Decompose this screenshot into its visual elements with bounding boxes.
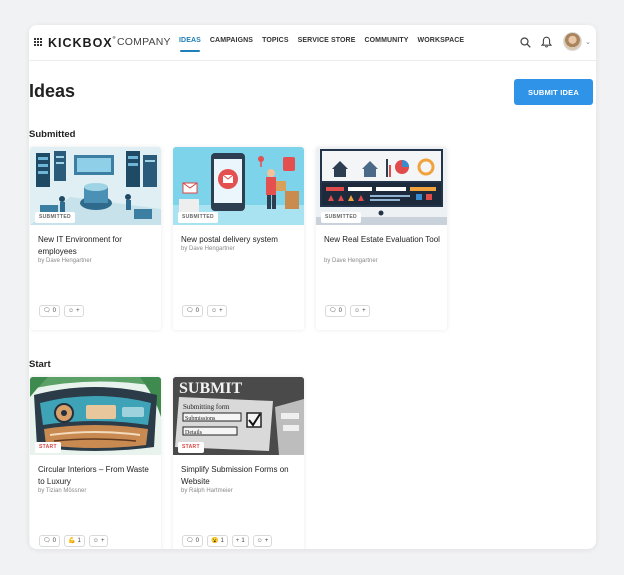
smiley-icon: ☺ xyxy=(92,538,99,544)
comments-button[interactable]: 🗨 0 xyxy=(325,305,346,317)
comment-icon: 🗨 xyxy=(43,538,51,544)
plus-icon: + xyxy=(235,538,240,544)
add-reaction-button[interactable]: ☺ + xyxy=(349,305,370,317)
card-title[interactable]: New postal delivery system xyxy=(181,234,299,246)
card-title[interactable]: New IT Environment for employees xyxy=(38,234,156,257)
brand-logo[interactable]: KICKBOX® xyxy=(48,35,116,50)
card-author: by Ralph Hartmeier xyxy=(181,488,233,494)
comment-icon: 🗨 xyxy=(329,308,337,314)
add-reaction-button[interactable]: ☺ + xyxy=(252,535,273,547)
bell-icon[interactable] xyxy=(541,36,552,48)
main-nav: IDEAS CAMPAIGNS TOPICS SERVICE STORE COM… xyxy=(179,37,473,52)
idea-card[interactable]: SUBMITTED New Real Estate Evaluation Too… xyxy=(316,147,447,330)
card-author: by Dave Hengartner xyxy=(324,258,378,264)
card-title[interactable]: Simplify Submission Forms on Website xyxy=(181,464,299,487)
image-form-line-2: Submissions xyxy=(185,416,216,422)
surprised-face-icon: 😮 xyxy=(210,538,219,544)
avatar[interactable] xyxy=(563,32,582,51)
app-window: KICKBOX® COMPANY IDEAS CAMPAIGNS TOPICS … xyxy=(29,25,596,549)
plus-one-reaction[interactable]: +1 xyxy=(231,535,249,547)
card-author: by Dave Hengartner xyxy=(181,246,235,252)
smiley-icon: ☺ xyxy=(210,308,218,314)
search-icon[interactable] xyxy=(520,37,531,48)
card-author: by Tizian Mössner xyxy=(38,488,87,494)
nav-community[interactable]: COMMUNITY xyxy=(364,37,408,51)
smiley-icon: ☺ xyxy=(353,308,361,314)
comments-button[interactable]: 🗨 0 xyxy=(182,305,203,317)
reaction-bar: 🗨 0 😮 1 +1 ☺ + xyxy=(182,535,276,547)
add-reaction-button[interactable]: ☺ + xyxy=(88,535,109,547)
image-form-line-1: Submitting form xyxy=(183,403,230,411)
idea-card[interactable]: SUBMITTED New IT Environment for employe… xyxy=(30,147,161,330)
status-badge: SUBMITTED xyxy=(178,212,218,223)
company-name: COMPANY xyxy=(117,36,171,48)
card-title[interactable]: New Real Estate Evaluation Tool xyxy=(324,234,442,246)
smiley-icon: ☺ xyxy=(67,308,75,314)
comment-icon: 🗨 xyxy=(186,308,194,314)
card-title[interactable]: Circular Interiors – From Waste to Luxur… xyxy=(38,464,156,487)
add-reaction-button[interactable]: ☺ + xyxy=(63,305,84,317)
page-title: Ideas xyxy=(29,81,76,101)
wow-reaction[interactable]: 😮 1 xyxy=(206,535,228,547)
flexed-biceps-reaction[interactable]: 💪 1 xyxy=(63,535,85,547)
image-banner-text: SUBMIT xyxy=(179,380,242,397)
status-badge: SUBMITTED xyxy=(35,212,75,223)
submit-idea-button[interactable]: SUBMIT IDEA xyxy=(514,79,593,105)
smiley-icon: ☺ xyxy=(256,538,263,544)
section-title-start: Start xyxy=(29,359,51,370)
comment-icon: 🗨 xyxy=(186,538,194,544)
status-badge: START xyxy=(35,442,61,453)
status-badge: START xyxy=(178,442,204,453)
comment-icon: 🗨 xyxy=(43,308,51,314)
idea-card[interactable]: SUBMITTED New postal delivery system by … xyxy=(173,147,304,330)
reaction-bar: 🗨 0 ☺ + xyxy=(182,305,231,317)
section-title-submitted: Submitted xyxy=(29,129,76,140)
grid-icon[interactable] xyxy=(34,38,42,46)
idea-card[interactable]: SUBMIT Submitting form Submissions Detai… xyxy=(173,377,304,549)
reaction-bar: 🗨 0 ☺ + xyxy=(39,305,88,317)
card-author: by Dave Hengartner xyxy=(38,258,92,264)
nav-service-store[interactable]: SERVICE STORE xyxy=(298,37,356,51)
top-navigation-bar: KICKBOX® COMPANY IDEAS CAMPAIGNS TOPICS … xyxy=(29,25,596,61)
reaction-bar: 🗨 0 ☺ + xyxy=(325,305,374,317)
nav-campaigns[interactable]: CAMPAIGNS xyxy=(210,37,253,51)
flexed-biceps-icon: 💪 xyxy=(67,538,76,544)
comments-button[interactable]: 🗨 0 xyxy=(182,535,203,547)
chevron-down-icon[interactable]: ⌄ xyxy=(585,38,591,46)
comments-button[interactable]: 🗨 0 xyxy=(39,535,60,547)
nav-workspace[interactable]: WORKSPACE xyxy=(418,37,465,51)
reaction-bar: 🗨 0 💪 1 ☺ + xyxy=(39,535,112,547)
comments-button[interactable]: 🗨 0 xyxy=(39,305,60,317)
nav-topics[interactable]: TOPICS xyxy=(262,37,289,51)
image-form-line-3: Details xyxy=(185,430,203,436)
idea-card[interactable]: START Circular Interiors – From Waste to… xyxy=(30,377,161,549)
add-reaction-button[interactable]: ☺ + xyxy=(206,305,227,317)
status-badge: SUBMITTED xyxy=(321,212,361,223)
nav-ideas[interactable]: IDEAS xyxy=(179,37,201,52)
